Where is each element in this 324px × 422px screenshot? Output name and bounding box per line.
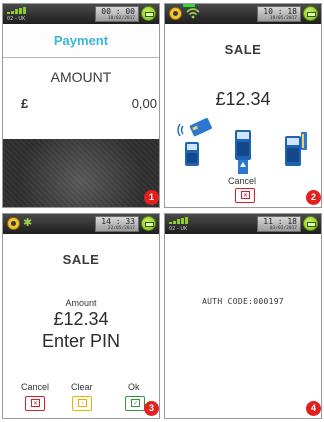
clock-time: 00 : 00 (101, 7, 135, 16)
status-bar: ✱ 14 : 33 22/05/2017 (3, 214, 159, 234)
auth-code-screen: 02 - UK 11 : 18 03/02/2017 AUTH CODE:000… (164, 213, 322, 419)
clock-date: 03/02/2017 (269, 226, 297, 231)
clock: 10 : 18 19/05/2017 (257, 6, 301, 22)
amount-value: 0,00 (131, 96, 157, 111)
clear-label: Clear (71, 382, 93, 392)
cancel-icon: ✕ (241, 191, 250, 199)
auth-code: AUTH CODE:000197 (202, 297, 284, 306)
step-marker: 3 (144, 401, 159, 416)
cancel-icon: ✕ (31, 399, 40, 407)
status-bar: 10 : 18 19/05/2017 (165, 4, 321, 24)
status-wheel-icon (169, 7, 182, 20)
clock: 11 : 18 03/02/2017 (257, 216, 301, 232)
carrier-label: 02 - UK (7, 16, 26, 22)
swipe-card-icon (285, 132, 307, 166)
clock-date: 22/05/2017 (107, 226, 135, 231)
sale-amount: £12.34 (53, 309, 109, 329)
bluetooth-icon: ✱ (23, 216, 33, 229)
cancel-button[interactable]: ✕ (25, 396, 45, 411)
payment-header: Payment (3, 24, 159, 58)
cancel-button[interactable]: ✕ (235, 188, 255, 203)
cancel-label: Cancel (228, 176, 257, 186)
signal-bars-icon (169, 217, 189, 224)
status-bar: 02 - UK 11 : 18 03/02/2017 (165, 214, 321, 234)
status-bar: 02 - UK 00 : 00 18/02/2017 (3, 4, 159, 24)
battery-icon (141, 6, 156, 21)
step-marker: 1 (144, 190, 159, 205)
ok-label: Ok (128, 382, 140, 392)
amount-label: Amount (65, 298, 97, 308)
sale-present-card-screen: 10 : 18 19/05/2017 SALE £12.34 Cancel ✕ … (164, 3, 322, 208)
clock-time: 10 : 18 (263, 7, 297, 16)
contactless-card-icon (177, 117, 212, 166)
pin-prompt: Enter PIN (41, 331, 121, 351)
insert-card-icon (235, 130, 251, 174)
step-marker: 4 (306, 401, 321, 416)
clock: 14 : 33 22/05/2017 (95, 216, 139, 232)
ok-icon: ✓ (131, 399, 140, 407)
carrier-label: 02 - UK (169, 226, 188, 232)
signal-bars-icon (7, 7, 27, 14)
clock: 00 : 00 18/02/2017 (95, 6, 139, 22)
clear-icon: ‹ (78, 399, 87, 407)
clock-time: 11 : 18 (263, 217, 297, 226)
battery-icon (303, 6, 318, 21)
payment-screen: 02 - UK 00 : 00 18/02/2017 Payment AMOUN… (2, 3, 160, 208)
keypad-area (3, 139, 159, 207)
clear-button[interactable]: ‹ (72, 396, 92, 411)
payment-title: Payment (53, 33, 109, 48)
step-marker: 2 (306, 190, 321, 205)
cancel-label: Cancel (21, 382, 50, 392)
clock-date: 18/02/2017 (107, 16, 135, 21)
wifi-icon (186, 8, 200, 19)
sale-enter-pin-screen: ✱ 14 : 33 22/05/2017 SALE Amount £12.34 … (2, 213, 160, 419)
battery-icon (303, 216, 318, 231)
sale-title: SALE (224, 42, 262, 57)
clock-date: 19/05/2017 (269, 16, 297, 21)
battery-icon (141, 216, 156, 231)
status-wheel-icon (7, 217, 20, 230)
amount-label: AMOUNT (50, 69, 112, 85)
clock-time: 14 : 33 (101, 217, 135, 226)
ok-button[interactable]: ✓ (125, 396, 145, 411)
currency-symbol: £ (21, 96, 29, 111)
sale-title: SALE (62, 252, 100, 267)
sale-amount: £12.34 (215, 89, 271, 109)
